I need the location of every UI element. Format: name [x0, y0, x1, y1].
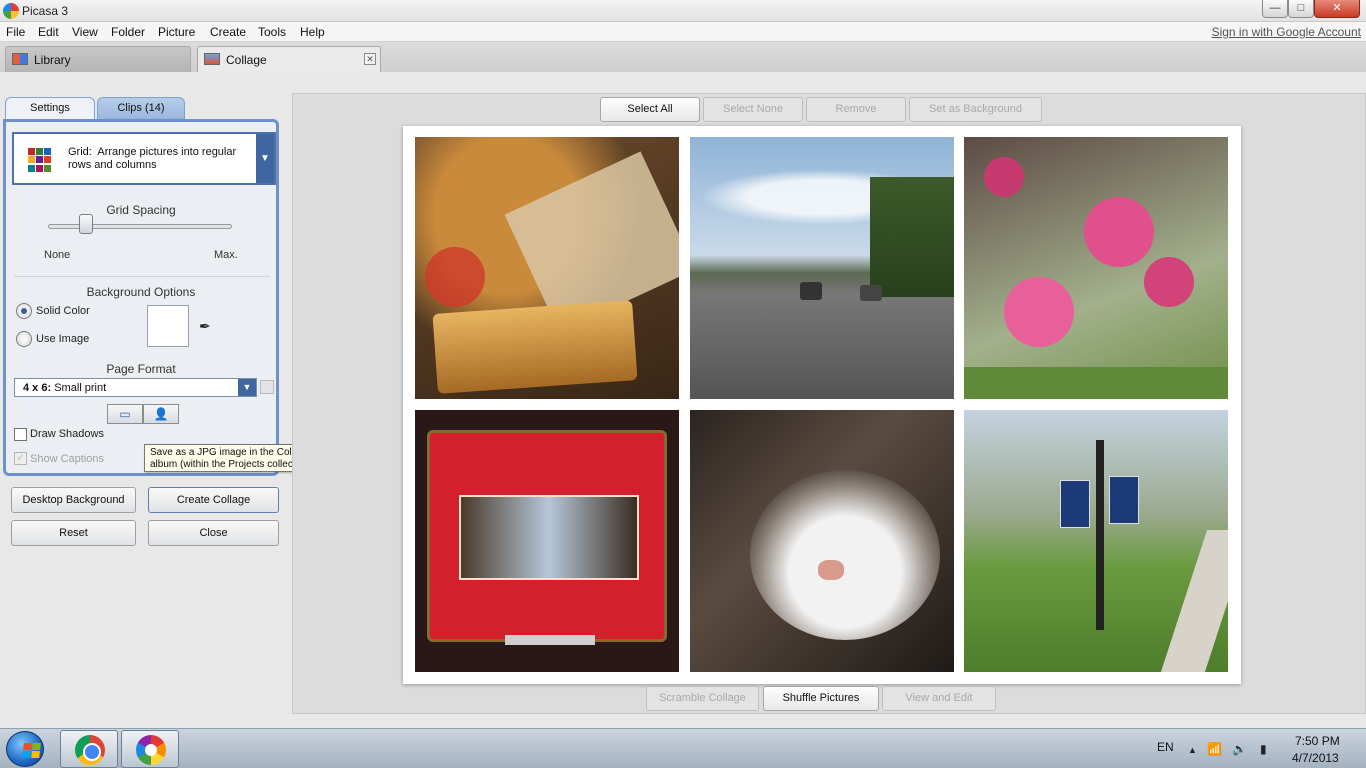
layout-desc: Arrange pictures into regular rows and c…: [68, 146, 237, 171]
set-as-background-button[interactable]: Set as Background: [909, 97, 1042, 122]
format-desc: Small print: [54, 382, 107, 394]
tab-library[interactable]: Library: [5, 46, 191, 72]
language-indicator[interactable]: EN: [1157, 740, 1174, 754]
collage-photo-cat[interactable]: [690, 410, 954, 672]
show-captions-checkbox[interactable]: ✓: [14, 452, 27, 465]
tab-collage[interactable]: Collage ✕: [197, 46, 381, 72]
menu-edit[interactable]: Edit: [38, 25, 59, 39]
slider-min-label: None: [44, 249, 71, 261]
shuffle-pictures-button[interactable]: Shuffle Pictures: [763, 686, 879, 711]
minimize-button[interactable]: —: [1262, 0, 1288, 18]
close-button[interactable]: Close: [148, 520, 279, 546]
taskbar-picasa[interactable]: [121, 730, 179, 768]
collage-layout-select[interactable]: Grid: Arrange pictures into regular rows…: [12, 132, 276, 185]
start-button[interactable]: [6, 731, 44, 767]
collage-photo-fries[interactable]: [415, 137, 679, 399]
grid-spacing-title: Grid Spacing: [106, 203, 176, 217]
remove-button[interactable]: Remove: [806, 97, 906, 122]
page-format-title: Page Format: [106, 362, 176, 376]
menu-tools[interactable]: Tools: [258, 25, 286, 39]
chevron-down-icon[interactable]: ▼: [256, 134, 274, 183]
select-none-button[interactable]: Select None: [703, 97, 803, 122]
draw-shadows-label: Draw Shadows: [30, 428, 104, 440]
collage-photo-highway[interactable]: [690, 137, 954, 399]
menu-view[interactable]: View: [72, 25, 98, 39]
collage-icon: [204, 53, 220, 65]
background-options-title: Background Options: [86, 285, 196, 299]
grid-spacing-slider-thumb[interactable]: [79, 214, 93, 234]
collage-photo-pottermore[interactable]: [415, 410, 679, 672]
layout-name: Grid:: [68, 146, 92, 158]
clock-date[interactable]: 4/7/2013: [1292, 751, 1339, 765]
tab-library-label: Library: [34, 53, 71, 67]
collage-canvas: [403, 126, 1241, 684]
menu-create[interactable]: Create: [210, 25, 246, 39]
picasa-logo-icon: [3, 3, 19, 19]
eyedropper-icon[interactable]: ✒: [199, 318, 211, 335]
battery-icon[interactable]: ▮: [1260, 742, 1267, 756]
landscape-button[interactable]: ▭: [107, 404, 143, 424]
sign-in-link[interactable]: Sign in with Google Account: [1212, 25, 1361, 39]
solid-color-label: Solid Color: [36, 305, 90, 317]
portrait-button[interactable]: 👤: [143, 404, 179, 424]
close-window-button[interactable]: ✕: [1314, 0, 1360, 18]
menu-folder[interactable]: Folder: [111, 25, 145, 39]
solid-color-radio[interactable]: [16, 303, 32, 319]
windows-logo-icon: [22, 743, 42, 758]
create-collage-button[interactable]: Create Collage: [148, 487, 279, 513]
use-image-radio[interactable]: [16, 331, 32, 347]
background-color-swatch[interactable]: [147, 305, 189, 347]
page-format-select[interactable]: 4 x 6: Small print ▼: [14, 378, 257, 397]
network-icon[interactable]: 📶: [1207, 742, 1222, 756]
maximize-button[interactable]: □: [1288, 0, 1314, 18]
title-bar: Picasa 3 — □ ✕: [0, 0, 1366, 22]
library-icon: [12, 53, 28, 65]
format-size: 4 x 6:: [23, 382, 52, 394]
collage-settings-panel: Settings Clips (14) Grid: Arrange pictur…: [3, 90, 279, 476]
menu-bar: File Edit View Folder Picture Create Too…: [0, 22, 1366, 42]
tab-settings[interactable]: Settings: [5, 97, 95, 119]
close-tab-icon[interactable]: ✕: [364, 53, 376, 65]
menu-picture[interactable]: Picture: [158, 25, 195, 39]
collage-photo-flowers[interactable]: [964, 137, 1228, 399]
layout-description: Grid: Arrange pictures into regular rows…: [68, 146, 248, 172]
collage-photo-park[interactable]: [964, 410, 1228, 672]
show-captions-label: Show Captions: [30, 453, 104, 465]
menu-file[interactable]: File: [6, 25, 25, 39]
slider-max-label: Max.: [214, 249, 238, 261]
speaker-icon[interactable]: 🔊: [1232, 742, 1247, 756]
reset-button[interactable]: Reset: [11, 520, 136, 546]
settings-frame: Grid: Arrange pictures into regular rows…: [3, 119, 279, 476]
tab-clips[interactable]: Clips (14): [97, 97, 185, 119]
window-title: Picasa 3: [22, 4, 69, 18]
menu-help[interactable]: Help: [300, 25, 325, 39]
tab-collage-label: Collage: [226, 53, 267, 67]
divider: [14, 276, 270, 277]
chevron-down-icon[interactable]: ▼: [238, 379, 256, 396]
scramble-collage-button[interactable]: Scramble Collage: [646, 686, 759, 711]
draw-shadows-checkbox[interactable]: [14, 428, 27, 441]
chrome-icon: [75, 735, 105, 765]
page-format-value: 4 x 6: Small print: [23, 382, 106, 394]
show-hidden-icons-icon[interactable]: ▲: [1188, 745, 1197, 755]
tab-bar: Library Collage ✕: [0, 42, 1366, 72]
grid-spacing-slider-track[interactable]: [48, 224, 232, 229]
grid-layout-icon: [28, 148, 52, 172]
select-all-button[interactable]: Select All: [600, 97, 700, 122]
view-and-edit-button[interactable]: View and Edit: [882, 686, 996, 711]
use-image-label: Use Image: [36, 333, 90, 345]
clock-time[interactable]: 7:50 PM: [1295, 734, 1340, 748]
picasa-icon: [136, 735, 166, 765]
taskbar-chrome[interactable]: [60, 730, 118, 768]
custom-format-icon: [260, 380, 274, 394]
desktop-background-button[interactable]: Desktop Background: [11, 487, 136, 513]
